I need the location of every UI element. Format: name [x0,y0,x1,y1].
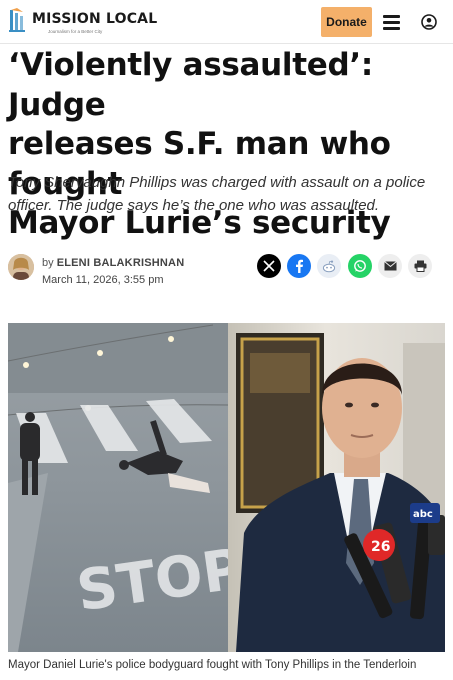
photo-caption: Mayor Daniel Lurie's police bodyguard fo… [8,659,417,671]
share-print-button[interactable] [408,254,432,278]
reddit-icon [322,260,336,273]
share-whatsapp-button[interactable] [348,254,372,278]
author-link[interactable]: ELENI BALAKRISHNAN [57,257,185,269]
street-scene: STOP [8,323,248,652]
byline: by ELENI BALAKRISHNAN [42,257,184,269]
print-icon [414,260,426,272]
site-logo[interactable]: MISSION LOCAL Journalism for a Better Ci… [8,8,157,36]
mic-flag-abc: abc [413,509,433,520]
author-avatar[interactable] [8,254,34,280]
email-icon [383,261,397,271]
donate-button[interactable]: Donate [321,7,372,37]
dek-line: officer. The judge says he’s the one who… [8,197,380,214]
publish-date: March 11, 2026, 3:55 pm [42,274,164,286]
x-icon [263,260,275,272]
byline-prefix: by [42,257,54,269]
share-facebook-button[interactable] [287,254,311,278]
share-email-button[interactable] [378,254,402,278]
mic-flag-26: 26 [371,539,390,555]
portrait-scene: 26 abc [228,323,445,652]
dek-line: Tony Shervaughn Phillips was charged wit… [8,174,426,191]
facebook-icon [296,259,303,273]
share-x-button[interactable] [257,254,281,278]
avatar-image [8,254,34,280]
article-photo[interactable]: STOP 26 abc [8,323,445,652]
site-header: MISSION LOCAL Journalism for a Better Ci… [0,0,453,44]
photo-composite: STOP 26 abc [8,323,445,652]
logo-tagline: Journalism for a Better City [48,29,103,34]
share-reddit-button[interactable] [317,254,341,278]
whatsapp-icon [354,260,366,272]
logo-mark-icon [9,8,25,32]
headline-line: ‘Violently assaulted’: Judge [8,47,373,123]
menu-icon[interactable] [381,12,403,32]
article-dek: Tony Shervaughn Phillips was charged wit… [8,171,448,217]
logo-wordmark: MISSION LOCAL [32,11,158,27]
account-icon[interactable] [419,12,439,32]
